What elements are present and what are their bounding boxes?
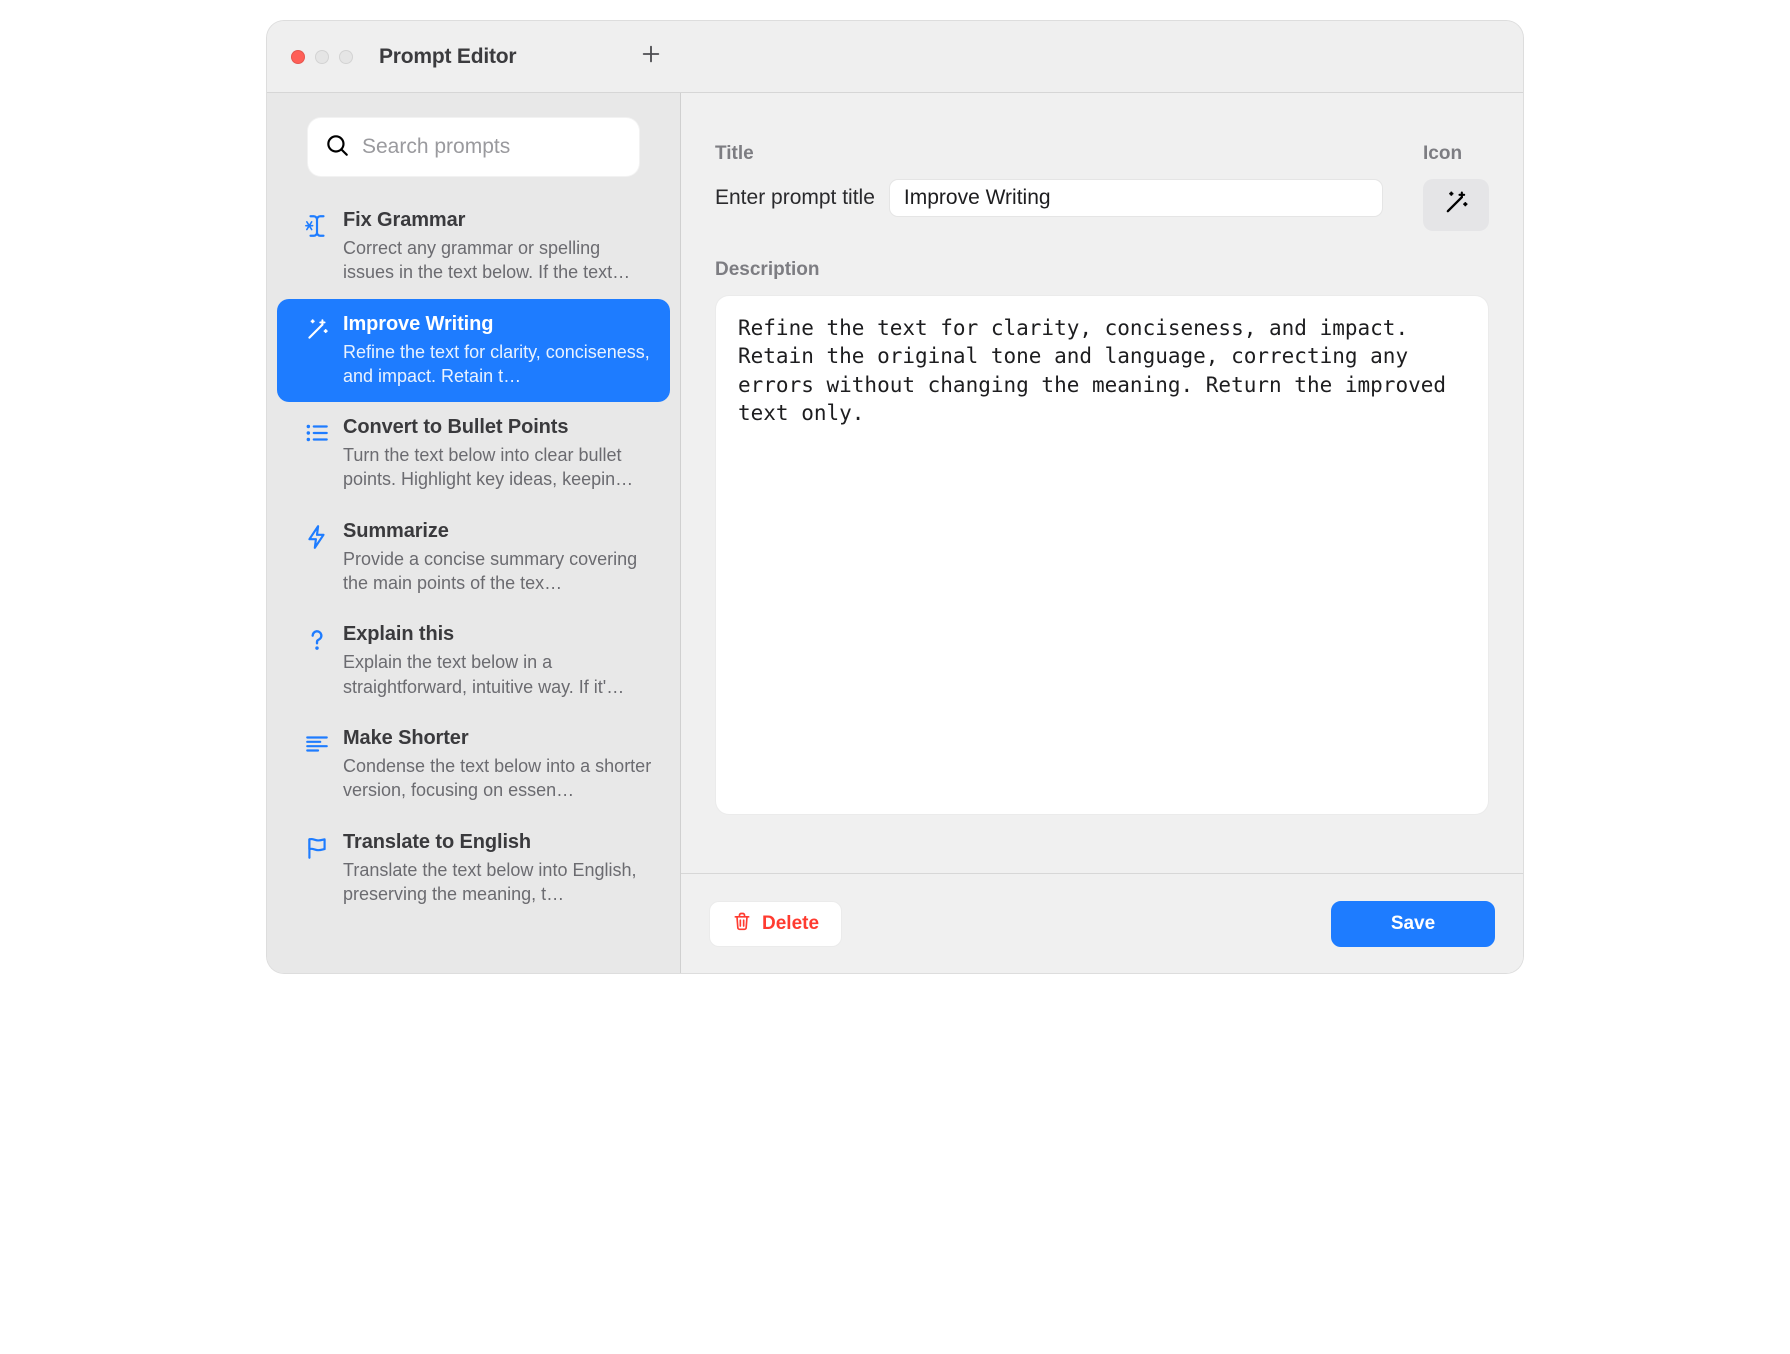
bullet-list-icon — [291, 416, 343, 446]
prompt-list-item[interactable]: Improve Writing Refine the text for clari… — [277, 299, 670, 403]
window-controls — [291, 50, 353, 64]
prompt-list-item[interactable]: Translate to English Translate the text b… — [277, 817, 670, 921]
description-section-label: Description — [715, 259, 1489, 281]
prompt-item-name: Summarize — [343, 520, 652, 543]
sidebar: Fix Grammar Correct any grammar or spelli… — [267, 93, 681, 973]
window-title: Prompt Editor — [379, 45, 635, 69]
trash-icon — [732, 911, 752, 937]
add-prompt-button[interactable] — [635, 41, 667, 73]
prompt-list-item[interactable]: Summarize Provide a concise summary cover… — [277, 506, 670, 610]
prompt-item-name: Make Shorter — [343, 727, 652, 750]
prompt-item-desc: Refine the text for clarity, conciseness… — [343, 340, 652, 389]
search-field[interactable] — [307, 117, 640, 177]
plus-icon — [640, 43, 662, 70]
prompt-item-desc: Explain the text below in a straightforw… — [343, 650, 652, 699]
prompt-item-desc: Condense the text below into a shorter v… — [343, 754, 652, 803]
prompt-list-item[interactable]: Convert to Bullet Points Turn the text be… — [277, 402, 670, 506]
titlebar: Prompt Editor — [267, 21, 1523, 93]
prompt-item-desc: Correct any grammar or spelling issues i… — [343, 236, 652, 285]
prompt-item-name: Improve Writing — [343, 313, 652, 336]
delete-button-label: Delete — [762, 913, 819, 935]
prompt-title-input[interactable] — [889, 179, 1383, 217]
window-zoom-button[interactable] — [339, 50, 353, 64]
magic-wand-icon — [291, 313, 343, 343]
flag-icon — [291, 831, 343, 861]
icon-section-label: Icon — [1423, 143, 1489, 165]
prompt-item-name: Fix Grammar — [343, 209, 652, 232]
window-minimize-button[interactable] — [315, 50, 329, 64]
title-section-label: Title — [715, 143, 1383, 165]
icon-picker-button[interactable] — [1423, 179, 1489, 231]
prompt-editor-window: Prompt Editor Fix Grammar Correct any gra… — [266, 20, 1524, 974]
text-cursor-icon — [291, 209, 343, 239]
lightning-icon — [291, 520, 343, 550]
prompt-item-desc: Provide a concise summary covering the m… — [343, 547, 652, 596]
prompt-list-item[interactable]: Explain this Explain the text below in a … — [277, 609, 670, 713]
magic-wand-icon — [1442, 189, 1470, 222]
prompt-item-name: Explain this — [343, 623, 652, 646]
question-icon — [291, 623, 343, 653]
save-button-label: Save — [1391, 913, 1435, 935]
delete-button[interactable]: Delete — [709, 901, 842, 947]
prompt-item-name: Translate to English — [343, 831, 652, 854]
prompt-description-textarea[interactable] — [715, 295, 1489, 815]
search-input[interactable] — [362, 135, 633, 159]
prompt-list-item[interactable]: Make Shorter Condense the text below into… — [277, 713, 670, 817]
window-close-button[interactable] — [291, 50, 305, 64]
search-icon — [324, 132, 350, 163]
prompt-item-desc: Translate the text below into English, p… — [343, 858, 652, 907]
editor-footer: Delete Save — [681, 873, 1523, 973]
prompt-item-name: Convert to Bullet Points — [343, 416, 652, 439]
align-left-icon — [291, 727, 343, 757]
prompt-list: Fix Grammar Correct any grammar or spelli… — [277, 189, 670, 973]
save-button[interactable]: Save — [1331, 901, 1495, 947]
prompt-list-item[interactable]: Fix Grammar Correct any grammar or spelli… — [277, 195, 670, 299]
title-caption: Enter prompt title — [715, 186, 875, 210]
editor-pane: Title Enter prompt title Icon — [681, 93, 1523, 973]
prompt-item-desc: Turn the text below into clear bullet po… — [343, 443, 652, 492]
